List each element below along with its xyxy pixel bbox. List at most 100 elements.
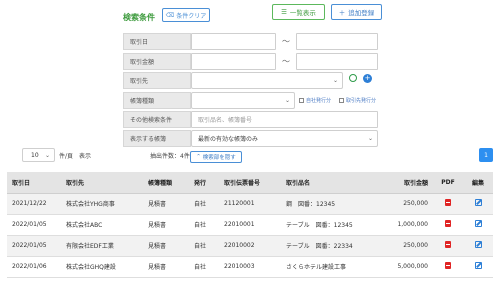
col-header-slip-no[interactable]: 取引伝票番号	[219, 172, 281, 194]
chevron-up-icon: ⌃	[196, 154, 201, 160]
cell-pdf[interactable]	[433, 256, 463, 278]
amount-from-input[interactable]	[191, 53, 276, 70]
cell-issuer: 自社	[189, 193, 219, 215]
display-docs-value: 最新の有効な帳簿のみ	[198, 136, 259, 143]
edit-icon[interactable]	[474, 220, 482, 227]
col-header-edit: 編集	[463, 172, 493, 194]
other-conditions-input[interactable]: 取引品名、帳簿番号	[191, 111, 378, 128]
date-label: 取引日	[123, 33, 191, 50]
partner-select[interactable]: ⌄	[191, 72, 343, 89]
pdf-icon[interactable]	[445, 241, 451, 248]
chevron-down-icon: ⌄	[44, 151, 50, 159]
cell-date: 2022/01/05	[7, 235, 61, 257]
add-record-label: 追加登録	[348, 9, 375, 17]
table-header-row: 取引日 取引先 帳簿種類 発行 取引伝票番号 取引品名 取引金額 PDF 編集	[7, 172, 493, 194]
table-row[interactable]: 2022/01/05 有限会社EDF工業 見積書 自社 22010002 テーブ…	[7, 235, 493, 257]
hide-search-label: 検索部を隠す	[202, 155, 236, 161]
cell-slip-no: 22010003	[219, 256, 281, 278]
checkbox-box[interactable]	[299, 98, 304, 103]
cell-doc-type: 見積書	[143, 256, 189, 278]
cell-slip-no: 22010002	[219, 235, 281, 257]
cell-item: 鋼 図番：12345	[281, 193, 377, 215]
cell-partner: 株式会社GHQ建設	[61, 256, 143, 278]
edit-icon[interactable]	[474, 199, 482, 206]
doc-type-select[interactable]: ⌄	[191, 92, 295, 109]
cell-pdf[interactable]	[433, 193, 463, 215]
page-1-button[interactable]: 1	[479, 148, 493, 162]
cell-doc-type: 見積書	[143, 214, 189, 236]
add-partner-icon[interactable]: +	[363, 74, 372, 83]
partner-issued-checkbox[interactable]: 取引先発行分	[339, 97, 376, 104]
edit-icon[interactable]	[474, 262, 482, 269]
display-docs-label: 表示する帳簿	[123, 130, 191, 147]
hide-search-button[interactable]: ⌃ 検索部を隠す	[190, 151, 242, 163]
chevron-down-icon: ⌄	[284, 97, 290, 104]
cell-issuer: 自社	[189, 235, 219, 257]
per-page-suffix: 件/頁 表示	[59, 153, 92, 160]
cell-item: さくらホテル建設工事	[281, 256, 377, 278]
own-issued-checkbox[interactable]: 自社発行分	[299, 97, 331, 104]
own-issued-label: 自社発行分	[306, 98, 332, 104]
col-header-amount[interactable]: 取引金額	[377, 172, 433, 194]
list-view-button[interactable]: ☰ 一覧表示	[272, 4, 325, 20]
cell-edit[interactable]	[463, 193, 493, 215]
cell-edit[interactable]	[463, 214, 493, 236]
pdf-icon[interactable]	[445, 262, 451, 269]
date-from-input[interactable]	[191, 33, 276, 50]
partner-label: 取引先	[123, 72, 191, 89]
per-page-value: 10	[31, 151, 39, 159]
search-icon[interactable]	[349, 74, 357, 82]
cell-amount: 250,000	[377, 193, 433, 215]
amount-label: 取引金額	[123, 53, 191, 70]
cell-partner: 株式会社YHG商事	[61, 193, 143, 215]
display-docs-select[interactable]: 最新の有効な帳簿のみ ⌄	[191, 130, 378, 147]
cell-issuer: 自社	[189, 256, 219, 278]
col-header-pdf: PDF	[433, 172, 463, 194]
pdf-icon[interactable]	[445, 220, 451, 227]
result-count: 抽出件数：4件	[150, 153, 190, 160]
table-row[interactable]: 2022/01/06 株式会社GHQ建設 見積書 自社 22010003 さくら…	[7, 256, 493, 278]
cell-pdf[interactable]	[433, 214, 463, 236]
cell-amount: 5,000,000	[377, 256, 433, 278]
checkbox-box[interactable]	[339, 98, 344, 103]
doc-type-label: 帳簿種類	[123, 92, 191, 109]
partner-issued-label: 取引先発行分	[346, 98, 377, 104]
col-header-issuer[interactable]: 発行	[189, 172, 219, 194]
col-header-item[interactable]: 取引品名	[281, 172, 377, 194]
cell-edit[interactable]	[463, 256, 493, 278]
per-page-select[interactable]: 10 ⌄	[22, 148, 55, 162]
col-header-partner[interactable]: 取引先	[61, 172, 143, 194]
amount-to-input[interactable]	[296, 53, 378, 70]
chevron-down-icon: ⌄	[332, 77, 338, 84]
pdf-icon[interactable]	[445, 199, 451, 206]
add-record-button[interactable]: ＋ 追加登録	[331, 4, 382, 20]
plus-icon: ＋	[338, 9, 346, 17]
other-conditions-label: その他検索条件	[123, 111, 191, 128]
cell-item: テーブル 図番：22334	[281, 235, 377, 257]
clear-conditions-button[interactable]: ⌫ 条件クリア	[162, 8, 210, 22]
col-header-date[interactable]: 取引日	[7, 172, 61, 194]
cell-edit[interactable]	[463, 235, 493, 257]
table-row[interactable]: 2022/01/05 株式会社ABC 見積書 自社 22010001 テーブル …	[7, 214, 493, 236]
cell-partner: 株式会社ABC	[61, 214, 143, 236]
cell-amount: 1,000,000	[377, 214, 433, 236]
clear-conditions-label: 条件クリア	[176, 12, 207, 20]
cell-doc-type: 見積書	[143, 235, 189, 257]
date-to-input[interactable]	[296, 33, 378, 50]
date-range-separator: ～	[282, 37, 290, 46]
cell-date: 2022/01/06	[7, 256, 61, 278]
cell-pdf[interactable]	[433, 235, 463, 257]
cell-amount: 250,000	[377, 235, 433, 257]
table-row[interactable]: 2021/12/22 株式会社YHG商事 見積書 自社 21120001 鋼 図…	[7, 193, 493, 215]
cell-doc-type: 見積書	[143, 193, 189, 215]
col-header-doc-type[interactable]: 帳簿種類	[143, 172, 189, 194]
amount-range-separator: ～	[282, 57, 290, 66]
cell-partner: 有限会社EDF工業	[61, 235, 143, 257]
list-icon: ☰	[281, 8, 287, 16]
cell-date: 2021/12/22	[7, 193, 61, 215]
cell-issuer: 自社	[189, 214, 219, 236]
chevron-down-icon: ⌄	[367, 135, 373, 142]
cell-slip-no: 22010001	[219, 214, 281, 236]
list-view-label: 一覧表示	[289, 9, 316, 17]
edit-icon[interactable]	[474, 241, 482, 248]
